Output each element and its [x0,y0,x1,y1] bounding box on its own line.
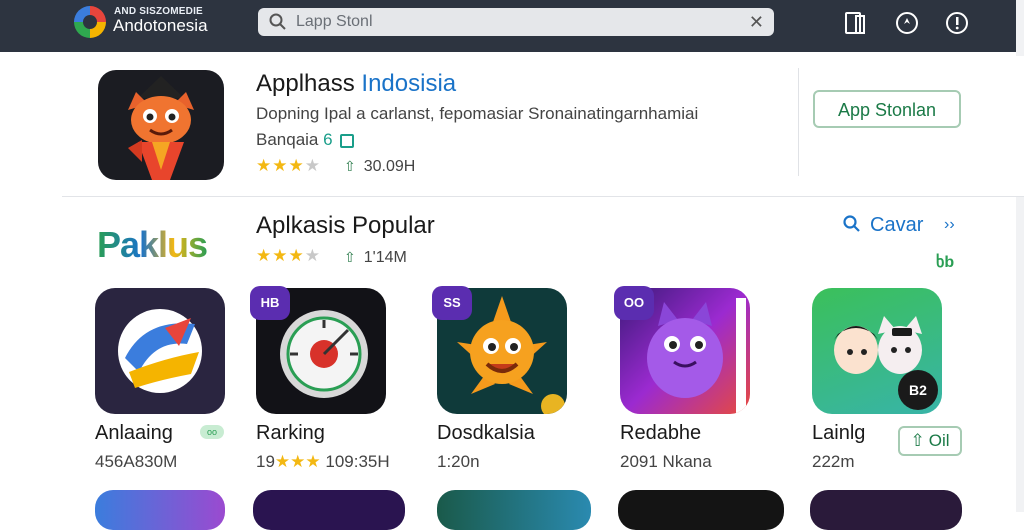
app-store-button[interactable]: App Stonlan [813,90,961,128]
search-input[interactable]: Lapp Stonl [296,13,373,31]
app-meta: 456A830M [95,452,178,471]
search-icon [269,13,286,30]
app-icon-next-row[interactable] [253,490,405,530]
search-bar[interactable]: Lapp Stonl ✕ [258,8,774,36]
app-ribbon: HB [250,286,290,320]
app-badge: B2 [898,370,938,410]
featured-app-icon[interactable] [98,70,224,180]
download-icon: ⇧ [344,249,356,265]
compass-icon[interactable] [894,10,920,36]
clear-search-icon[interactable]: ✕ [749,11,764,33]
divider [798,68,799,176]
app-icon-next-row[interactable] [95,490,225,530]
alert-icon[interactable] [944,10,970,36]
app-meta: 2091 Nkana [620,452,712,471]
featured-rating: ★★★★ [256,156,321,175]
app-icon-anlaaing[interactable] [95,288,225,414]
category-badge-icon [340,133,355,148]
see-all-link[interactable]: Cavar [842,214,923,237]
fox-mascot-icon [128,76,194,180]
featured-category: Banqaia 6 [256,130,355,150]
chevron-right-icon[interactable]: ›› [944,216,955,234]
app-icon-next-row[interactable] [810,490,962,530]
app-icon-lainlg[interactable]: B2 [812,288,942,414]
app-ribbon: SS [432,286,472,320]
section-title: Aplkasis Popular [256,212,435,239]
section-downloads: ⇧ 1'14M [344,249,407,266]
app-logo-icon[interactable] [74,6,106,38]
app-meta: 222m [812,452,855,471]
app-icon-next-row[interactable] [437,490,591,530]
section-rating: ★★★★ [256,246,321,265]
search-icon [843,215,860,232]
top-app-bar: AND SISZOMEDIE Andotonesia Lapp Stonl ✕ [0,0,1024,52]
featured-downloads: ⇧ 30.09H [344,158,416,175]
brand-title[interactable]: Andotonesia [113,16,208,36]
featured-description: Dopning Ipal a carlanst, fepomasiar Sron… [256,104,699,123]
app-ribbon: OO [614,286,654,320]
section-tag: ხb [936,254,955,271]
app-name[interactable]: Anlaaing [95,422,173,445]
get-app-button[interactable]: ⇧ Oil [898,426,962,456]
app-name[interactable]: Redabhe [620,422,701,445]
featured-title[interactable]: Applhass Indosisia [256,70,456,98]
app-name[interactable]: Dosdkalsia [437,422,535,445]
tablet-icon[interactable] [842,10,868,36]
app-icon-next-row[interactable] [618,490,784,530]
app-badge: oo [200,425,224,439]
app-meta: 19★★★ 109:35H [256,452,390,471]
app-name[interactable]: Rarking [256,422,325,445]
app-meta: 1:20n [437,452,480,471]
download-icon: ⇧ [344,158,356,174]
app-name[interactable]: Lainlg [812,422,865,445]
swirl-logo-icon [118,309,202,393]
popular-brand-logo: Paklus [97,224,208,265]
